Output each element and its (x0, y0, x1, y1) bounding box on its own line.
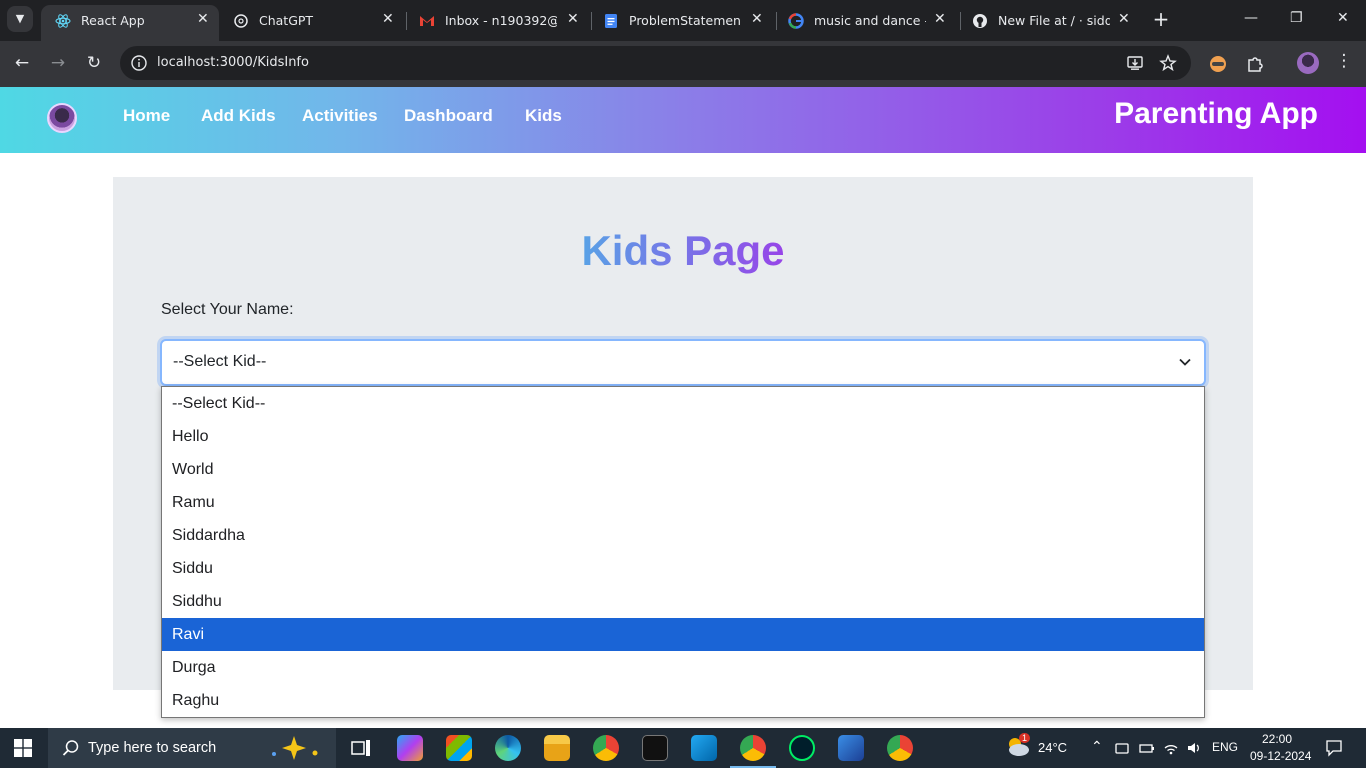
install-app-icon[interactable] (1126, 54, 1144, 72)
profile-avatar-icon[interactable] (1297, 52, 1319, 74)
close-tab-icon[interactable]: ✕ (751, 11, 763, 27)
close-tab-icon[interactable]: ✕ (934, 11, 946, 27)
site-info-icon[interactable] (130, 54, 148, 72)
weather-badge: 1 (1019, 733, 1031, 743)
tab-title: ChatGPT (259, 13, 314, 28)
dropdown-option[interactable]: Ramu (162, 486, 1204, 519)
github-icon (973, 14, 987, 28)
app-brand[interactable]: Parenting App (1114, 97, 1318, 131)
tab-react-app[interactable]: React App ✕ (41, 5, 219, 41)
vscode-icon[interactable] (691, 735, 717, 761)
taskbar-search[interactable]: Type here to search (48, 728, 336, 768)
restore-icon[interactable]: ❐ (1290, 10, 1303, 26)
meet-now-icon[interactable] (1114, 740, 1130, 756)
dropdown-option[interactable]: Durga (162, 651, 1204, 684)
chrome-icon[interactable] (593, 735, 619, 761)
tab-gmail[interactable]: Inbox - n190392@rgu ✕ (405, 5, 589, 37)
weather-temp[interactable]: 24°C (1038, 740, 1067, 755)
kid-select-value: --Select Kid-- (173, 353, 267, 370)
tab-chatgpt[interactable]: ChatGPT ✕ (219, 5, 405, 37)
chrome-profile-icon[interactable] (887, 735, 913, 761)
google-icon (788, 13, 804, 29)
search-icon (62, 740, 79, 756)
app-navbar: Home Add Kids Activities Dashboard Kids … (0, 87, 1366, 153)
tab-github[interactable]: New File at / · siddarc ✕ (958, 5, 1140, 37)
dropdown-option[interactable]: Hello (162, 420, 1204, 453)
nav-link-home[interactable]: Home (123, 106, 170, 126)
extension-avatar-icon[interactable] (1208, 54, 1228, 74)
microsoft-store-icon[interactable] (446, 735, 472, 761)
dropdown-option[interactable]: Raghu (162, 684, 1204, 717)
notification-center-icon[interactable] (1325, 739, 1343, 757)
tab-title: ProblemStatement_III (629, 13, 741, 28)
windows-taskbar: Type here to search 1 24°C ⌃ ENG 22:00 0… (0, 728, 1366, 768)
tab-title: music and dance - Go (814, 13, 926, 28)
nav-link-add-kids[interactable]: Add Kids (201, 106, 276, 126)
mongodb-compass-icon[interactable] (789, 735, 815, 761)
copilot-app-icon[interactable] (397, 735, 423, 761)
copilot-sparkle-icon (272, 736, 318, 760)
kid-select-dropdown: --Select Kid-- Hello World Ramu Siddardh… (161, 386, 1205, 718)
browser-toolbar: ← → ↻ localhost:3000/KidsInfo ⋮ (0, 41, 1366, 87)
tab-title: React App (81, 13, 145, 28)
file-explorer-icon[interactable] (544, 735, 570, 761)
dropdown-option[interactable]: World (162, 453, 1204, 486)
wifi-icon[interactable] (1163, 740, 1179, 756)
address-bar[interactable]: localhost:3000/KidsInfo (120, 46, 1191, 80)
clock-date[interactable]: 09-12-2024 (1250, 749, 1311, 763)
nav-link-activities[interactable]: Activities (302, 106, 378, 126)
dropdown-option[interactable]: Siddhu (162, 585, 1204, 618)
minimize-icon[interactable]: — (1244, 10, 1258, 26)
dropdown-option-highlighted[interactable]: Ravi (162, 618, 1204, 651)
language-indicator[interactable]: ENG (1212, 740, 1238, 754)
search-placeholder: Type here to search (88, 740, 217, 756)
edge-browser-icon[interactable] (495, 735, 521, 761)
close-tab-icon[interactable]: ✕ (382, 11, 394, 27)
back-arrow-icon[interactable]: ← (11, 53, 33, 73)
nav-link-kids[interactable]: Kids (525, 106, 562, 126)
extensions-puzzle-icon[interactable] (1245, 54, 1265, 74)
dropdown-option[interactable]: Siddardha (162, 519, 1204, 552)
chevron-down-icon (1179, 358, 1191, 366)
window-close-icon[interactable]: ✕ (1337, 10, 1349, 26)
reload-icon[interactable]: ↻ (83, 53, 105, 73)
tab-docs[interactable]: ProblemStatement_III ✕ (589, 5, 775, 37)
tab-google-search[interactable]: music and dance - Go ✕ (774, 5, 960, 37)
task-view-icon[interactable] (348, 735, 374, 761)
kid-select[interactable]: --Select Kid-- (160, 339, 1206, 386)
windows-start-icon[interactable] (14, 739, 32, 757)
browser-menu-icon[interactable]: ⋮ (1333, 51, 1355, 71)
gmail-icon (420, 16, 434, 26)
nav-link-dashboard[interactable]: Dashboard (404, 106, 493, 126)
page-title: Kids Page (113, 227, 1253, 275)
dropdown-option[interactable]: Siddu (162, 552, 1204, 585)
close-tab-icon[interactable]: ✕ (197, 11, 209, 27)
tab-search-button[interactable]: ▼ (7, 6, 33, 32)
react-icon (55, 14, 71, 28)
dropdown-option[interactable]: --Select Kid-- (162, 387, 1204, 420)
tab-title: Inbox - n190392@rgu (445, 13, 557, 28)
terminal-icon[interactable] (642, 735, 668, 761)
new-tab-button[interactable]: + (1150, 8, 1172, 30)
browser-tab-bar: ▼ React App ✕ ChatGPT ✕ Inbox - n190392@… (0, 0, 1366, 41)
docs-icon (605, 14, 617, 28)
chatgpt-icon (234, 14, 248, 28)
battery-icon[interactable] (1139, 740, 1155, 756)
url-text[interactable]: localhost:3000/KidsInfo (157, 55, 309, 70)
volume-icon[interactable] (1186, 740, 1202, 756)
chrome-active-icon[interactable] (730, 735, 776, 768)
photos-app-icon[interactable] (838, 735, 864, 761)
close-tab-icon[interactable]: ✕ (567, 11, 579, 27)
bookmark-star-icon[interactable] (1159, 54, 1177, 72)
tab-title: New File at / · siddarc (998, 13, 1110, 28)
weather-icon[interactable]: 1 (1005, 733, 1031, 759)
clock-time[interactable]: 22:00 (1262, 732, 1292, 746)
forward-arrow-icon[interactable]: → (47, 53, 69, 73)
close-tab-icon[interactable]: ✕ (1118, 11, 1130, 27)
select-label: Select Your Name: (161, 301, 294, 318)
show-hidden-icons-chevron-icon[interactable]: ⌃ (1091, 738, 1103, 755)
user-avatar[interactable] (47, 103, 77, 133)
